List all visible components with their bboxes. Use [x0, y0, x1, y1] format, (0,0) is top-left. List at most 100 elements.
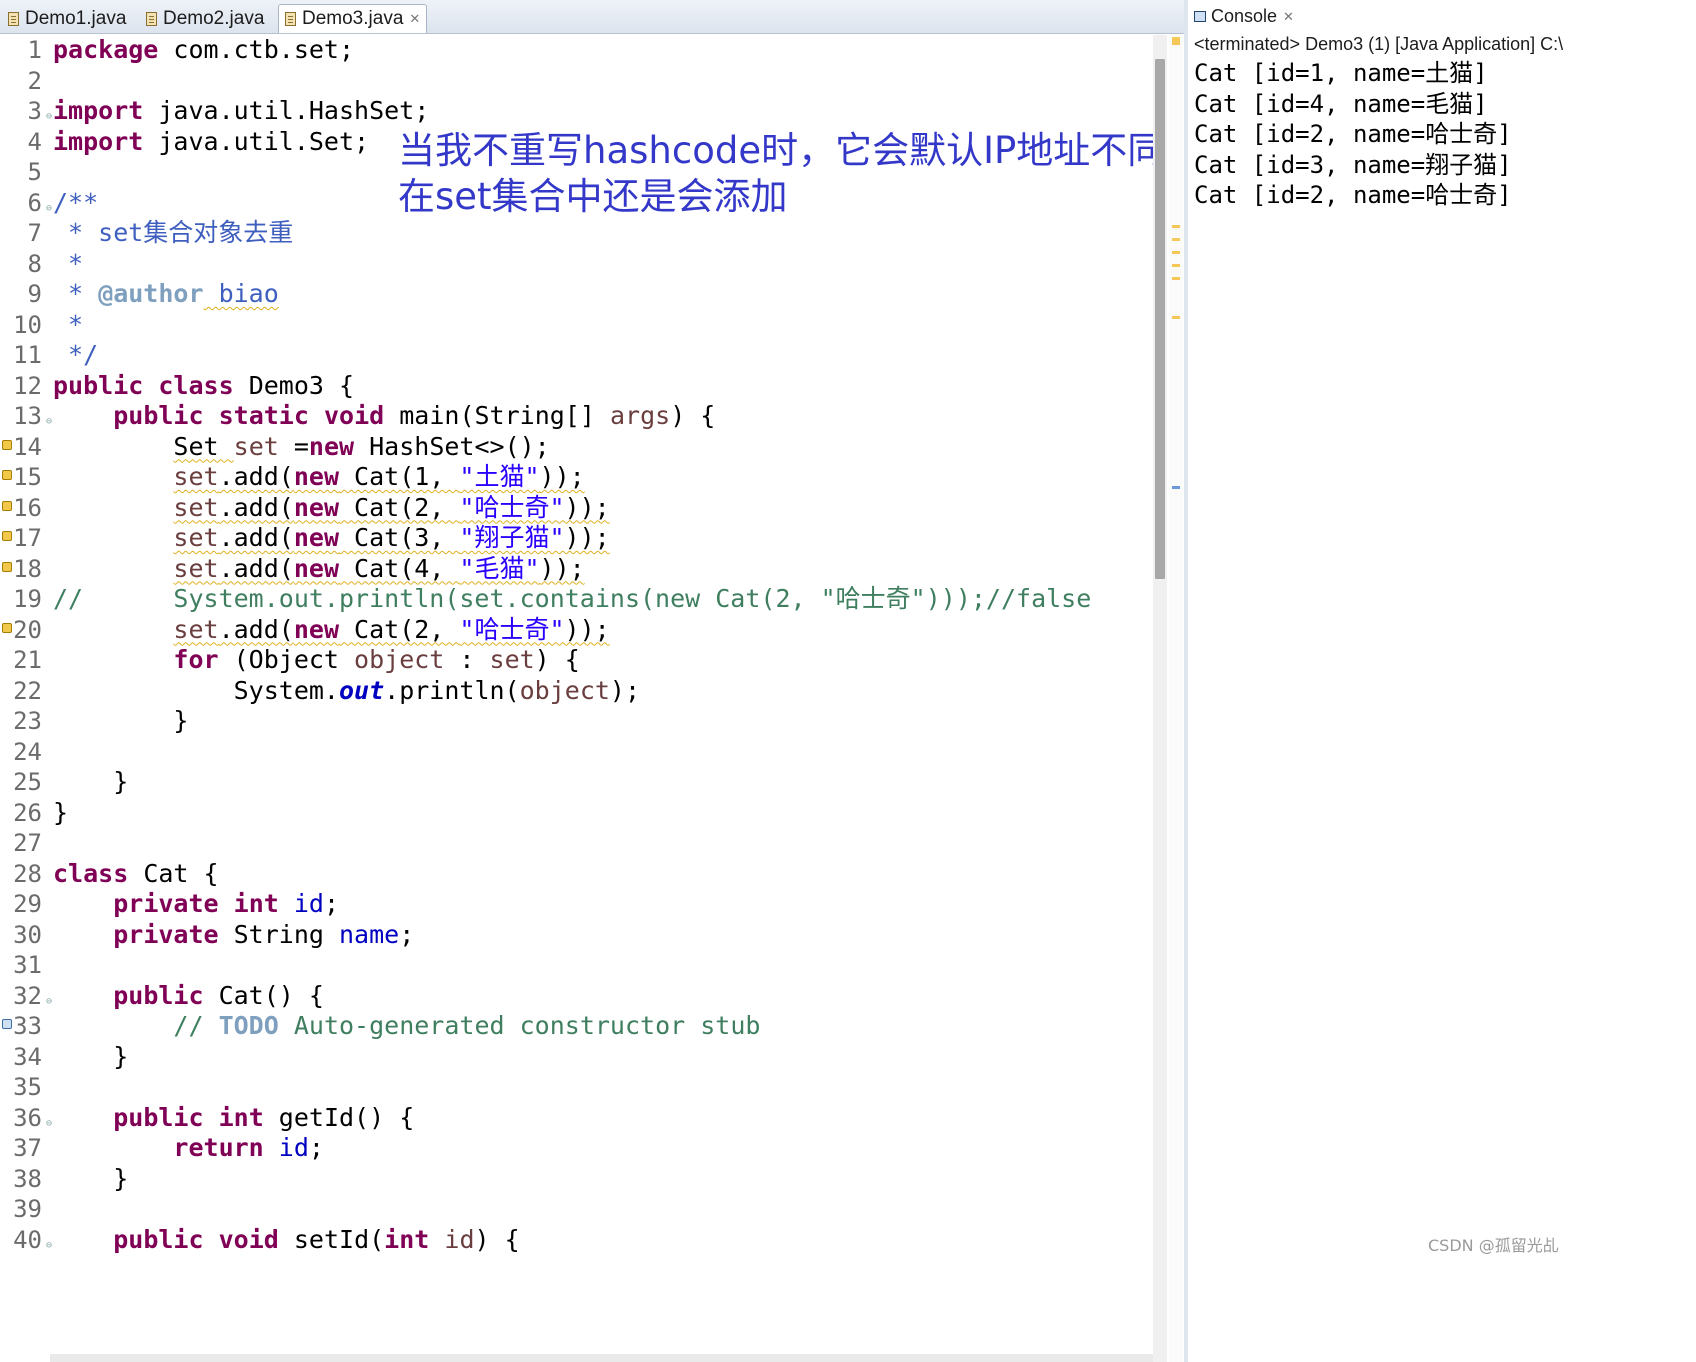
- fold-icon[interactable]: ⊖: [46, 1231, 52, 1262]
- line-number: 21: [13, 646, 42, 674]
- line-number: 13 ⊖: [0, 401, 52, 432]
- console-icon: [1194, 11, 1206, 22]
- line-number: 20: [0, 615, 50, 646]
- code-line: public void setId(int id) {: [113, 1224, 520, 1254]
- warning-icon[interactable]: [2, 439, 12, 450]
- line-number: 7: [27, 219, 42, 247]
- line-number: 25: [13, 768, 42, 796]
- code-line: set.add(new Cat(2, "哈士奇"));: [173, 614, 610, 644]
- warning-icon[interactable]: [2, 561, 12, 572]
- console-output-line: Cat [id=2, name=哈士奇]: [1194, 181, 1512, 209]
- warning-marker[interactable]: [1172, 316, 1180, 319]
- code-line: }: [53, 706, 189, 735]
- line-number: 33: [0, 1011, 50, 1042]
- console-pane: Console ✕ <terminated> Demo3 (1) [Java A…: [1188, 0, 1696, 1362]
- close-icon[interactable]: ✕: [409, 11, 420, 27]
- java-file-icon: [8, 11, 19, 26]
- code-line: set.add(new Cat(4, "毛猫"));: [173, 553, 585, 583]
- console-status: <terminated> Demo3 (1) [Java Application…: [1194, 34, 1564, 54]
- console-output-line: Cat [id=3, name=翔子猫]: [1194, 150, 1512, 179]
- line-number: 11: [13, 341, 42, 369]
- tab-label: Demo1.java: [25, 7, 127, 29]
- line-number-gutter: 1 2 3 ⊖ 4 5 6 ⊖ 7 8 9 10 11 12 13 ⊖ 14 15 1…: [0, 35, 52, 1362]
- code-line: }: [53, 797, 69, 827]
- line-number: 16: [0, 493, 50, 524]
- line-number: 10: [13, 310, 42, 339]
- warning-marker[interactable]: [1172, 37, 1180, 45]
- tab-demo1[interactable]: Demo1.java: [2, 4, 132, 33]
- code-line: public int getId() {: [113, 1102, 415, 1132]
- code-line: * @author biao: [53, 279, 279, 308]
- code-line: }: [53, 1163, 129, 1193]
- code-line: * set集合对象去重: [53, 218, 294, 247]
- line-number: 19: [13, 585, 42, 613]
- line-number: 18: [0, 554, 50, 585]
- warning-marker[interactable]: [1172, 225, 1180, 228]
- code-line: for (Object object : set) {: [173, 645, 580, 674]
- line-number: 32 ⊖: [0, 981, 52, 1012]
- line-number: 5: [27, 158, 42, 186]
- annotation-line: 当我不重写hashcode时，它会默认IP地址不同: [398, 129, 1165, 172]
- scrollbar-thumb[interactable]: [1155, 59, 1165, 579]
- warning-marker[interactable]: [1172, 238, 1180, 241]
- code-line: package com.ctb.set;: [53, 35, 355, 64]
- warning-icon[interactable]: [2, 531, 12, 541]
- editor-pane: Demo1.java Demo2.java Demo3.java ✕ 1 2 3…: [0, 0, 1185, 1362]
- line-number: 1: [27, 36, 42, 64]
- line-number: 9: [27, 280, 42, 308]
- code-line: // System.out.println(set.contains(new C…: [53, 584, 1092, 613]
- tab-demo2[interactable]: Demo2.java: [140, 4, 270, 33]
- code-line: Set set =new HashSet<>();: [173, 431, 550, 461]
- line-number: 17: [0, 523, 50, 554]
- line-number: 38: [13, 1164, 42, 1193]
- horizontal-scrollbar[interactable]: [50, 1354, 1153, 1362]
- line-number: 4: [27, 127, 42, 156]
- line-number: 12: [13, 371, 42, 400]
- line-number: 30: [13, 920, 42, 949]
- task-marker[interactable]: [1172, 486, 1180, 489]
- line-number: 15: [0, 462, 50, 493]
- code-line: return id;: [173, 1133, 324, 1162]
- vertical-scrollbar[interactable]: [1153, 35, 1167, 1362]
- warning-icon[interactable]: [2, 470, 12, 480]
- code-line: public Cat() {: [113, 980, 324, 1010]
- warning-marker[interactable]: [1172, 251, 1180, 254]
- console-output[interactable]: Cat [id=1, name=土猫] Cat [id=4, name=毛猫] …: [1194, 58, 1512, 211]
- console-output-line: Cat [id=1, name=土猫]: [1194, 59, 1488, 87]
- code-line: set.add(new Cat(2, "哈士奇"));: [173, 492, 610, 522]
- line-number: 36 ⊖: [0, 1103, 52, 1134]
- line-number: 27: [13, 829, 42, 857]
- code-line: set.add(new Cat(1, "土猫"));: [173, 462, 585, 491]
- code-line: private String name;: [113, 919, 415, 949]
- warning-marker[interactable]: [1172, 264, 1180, 267]
- line-number: 8: [27, 249, 42, 278]
- code-line: // TODO Auto-generated constructor stub: [173, 1011, 761, 1040]
- close-icon[interactable]: ✕: [1283, 9, 1294, 25]
- watermark: CSDN @孤留光乩: [1428, 1236, 1559, 1255]
- line-number: 22: [13, 676, 42, 705]
- line-number: 37: [13, 1134, 42, 1162]
- warning-icon[interactable]: [2, 622, 12, 633]
- warning-icon[interactable]: [2, 500, 12, 511]
- code-line: System.out.println(object);: [233, 675, 641, 705]
- console-output-line: Cat [id=4, name=毛猫]: [1194, 89, 1488, 118]
- code-line: }: [53, 1041, 129, 1071]
- line-number: 35: [13, 1073, 42, 1101]
- line-number: 23: [13, 707, 42, 735]
- overview-ruler[interactable]: [1169, 35, 1183, 1362]
- warning-marker[interactable]: [1172, 277, 1180, 280]
- java-file-icon: [285, 12, 296, 26]
- console-tab[interactable]: Console ✕: [1194, 6, 1294, 27]
- tab-demo3[interactable]: Demo3.java ✕: [278, 4, 428, 33]
- code-line: class Cat {: [53, 858, 219, 888]
- task-icon[interactable]: [2, 1019, 12, 1029]
- java-file-icon: [146, 11, 157, 26]
- line-number: 29: [13, 890, 42, 918]
- code-line: public static void main(String[] args) {: [113, 401, 716, 430]
- annotation-text: 当我不重写hashcode时，它会默认IP地址不同 在set集合中还是会添加: [398, 128, 1164, 220]
